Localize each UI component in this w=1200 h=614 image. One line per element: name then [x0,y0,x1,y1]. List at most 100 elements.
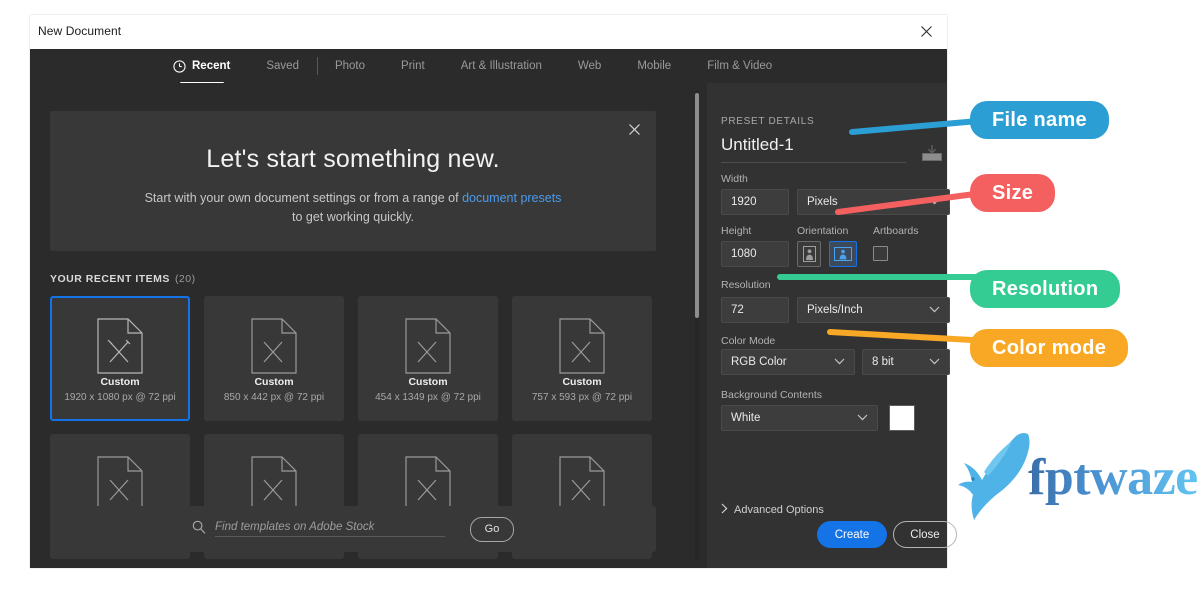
window-titlebar: New Document [30,15,947,49]
chevron-down-icon [929,356,940,368]
search-input[interactable]: Find templates on Adobe Stock [215,521,445,537]
recent-item-name: Custom [562,376,602,388]
create-button[interactable]: Create [817,521,887,548]
tab-art-illustration-label: Art & Illustration [460,60,542,72]
document-icon [97,318,143,379]
chevron-down-icon [929,304,940,316]
tab-photo-label: Photo [334,60,366,72]
recent-items-heading-label: YOUR RECENT ITEMS [50,273,170,285]
recent-items-heading: YOUR RECENT ITEMS (20) [50,273,196,285]
document-icon [251,318,297,379]
tab-recent[interactable]: Recent [155,49,248,84]
background-contents-select[interactable]: White [721,405,878,431]
tab-print[interactable]: Print [383,49,443,83]
recent-item-card[interactable]: Custom 850 x 442 px @ 72 ppi [204,296,344,421]
chevron-down-icon [857,412,868,424]
search-go-button[interactable]: Go [470,516,514,542]
recent-pane-scrollbar-thumb[interactable] [695,93,699,318]
recent-items-count: (20) [174,273,196,285]
banner-subtext: Start with your own document settings or… [50,189,656,227]
file-name-input[interactable]: Untitled-1 [721,135,906,163]
tab-mobile-label: Mobile [637,60,672,72]
banner-subtext-line2: to get working quickly. [291,210,415,224]
save-preset-icon[interactable] [922,145,942,166]
annotation-size: Size [970,174,1056,212]
resolution-unit-value: Pixels/Inch [807,304,863,316]
fptwaze-wordmark: fptwaze [1028,449,1198,506]
banner-subtext-line1: Start with your own document settings or… [144,191,463,205]
bird-logo-icon [958,432,1034,529]
background-contents-value: White [731,412,761,424]
tab-print-label: Print [401,60,425,72]
tab-web[interactable]: Web [560,49,619,83]
preset-details-title: PRESET DETAILS [721,116,815,127]
recent-item-name: Custom [408,376,448,388]
annotation-file-name: File name [970,101,1109,139]
height-input[interactable]: 1080 [721,241,789,267]
banner-close-icon[interactable] [624,119,644,139]
artboards-label: Artboards [873,225,919,237]
tab-film-video[interactable]: Film & Video [689,49,790,83]
chevron-down-icon [834,356,845,368]
color-mode-value: RGB Color [731,356,787,368]
tab-web-label: Web [577,60,602,72]
screenshot-root: New Document Recent Saved Photo Print Ar… [0,0,1200,614]
tab-recent-label: Recent [192,60,231,72]
background-color-swatch[interactable] [889,405,915,431]
fptwaze-logo: fptwaze [958,432,1198,524]
annotation-resolution: Resolution [970,270,1121,308]
chevron-down-icon [929,196,940,208]
recent-item-card[interactable]: Custom 1920 x 1080 px @ 72 ppi [50,296,190,421]
color-mode-select[interactable]: RGB Color [721,349,855,375]
close-button[interactable]: Close [893,521,957,548]
recent-items-pane: Let's start something new. Start with yo… [30,83,707,568]
template-search-bar: Find templates on Adobe Stock Go [50,506,656,552]
resolution-unit-select[interactable]: Pixels/Inch [797,297,950,323]
color-mode-label: Color Mode [721,335,776,347]
advanced-options-label: Advanced Options [734,504,824,516]
preset-details-pane: PRESET DETAILS Untitled-1 Width 1920 Pix… [707,83,957,568]
color-depth-select[interactable]: 8 bit [862,349,950,375]
recent-item-card[interactable]: Custom 757 x 593 px @ 72 ppi [512,296,652,421]
start-banner: Let's start something new. Start with yo… [50,111,656,251]
artboards-checkbox[interactable] [873,246,888,261]
background-contents-label: Background Contents [721,389,822,401]
clock-icon [173,59,186,73]
tab-film-video-label: Film & Video [707,60,773,72]
tab-bar: Recent Saved Photo Print Art & Illustrat… [30,49,947,84]
recent-item-dimensions: 454 x 1349 px @ 72 ppi [375,392,481,403]
height-label: Height [721,225,752,237]
search-icon [192,520,206,539]
resolution-label: Resolution [721,279,771,291]
document-icon [559,318,605,379]
width-input[interactable]: 1920 [721,189,789,215]
color-depth-value: 8 bit [872,356,894,368]
tab-photo[interactable]: Photo [317,49,383,83]
tab-art-illustration[interactable]: Art & Illustration [443,49,560,83]
width-label: Width [721,173,748,185]
advanced-options-toggle[interactable]: Advanced Options [721,503,824,517]
chevron-right-icon [721,503,728,517]
tab-saved-label: Saved [266,60,299,72]
window-close-icon[interactable] [915,20,937,42]
tab-mobile[interactable]: Mobile [619,49,689,83]
recent-item-name: Custom [254,376,294,388]
recent-item-card[interactable]: Custom 454 x 1349 px @ 72 ppi [358,296,498,421]
recent-item-dimensions: 850 x 442 px @ 72 ppi [223,392,325,403]
annotation-color-mode: Color mode [970,329,1129,367]
resolution-input[interactable]: 72 [721,297,789,323]
document-icon [405,318,451,379]
portrait-orientation-icon[interactable] [797,241,821,267]
tab-saved[interactable]: Saved [248,49,318,83]
new-document-dialog: New Document Recent Saved Photo Print Ar… [30,15,957,568]
recent-item-dimensions: 1920 x 1080 px @ 72 ppi [64,392,176,403]
orientation-label: Orientation [797,225,849,237]
recent-item-dimensions: 757 x 593 px @ 72 ppi [531,392,633,403]
recent-item-name: Custom [100,376,140,388]
banner-headline: Let's start something new. [206,145,500,173]
document-presets-link[interactable]: document presets [462,191,561,205]
window-title: New Document [38,24,122,38]
width-unit-value: Pixels [807,196,838,208]
landscape-orientation-icon[interactable] [829,241,857,267]
width-unit-select[interactable]: Pixels [797,189,950,215]
